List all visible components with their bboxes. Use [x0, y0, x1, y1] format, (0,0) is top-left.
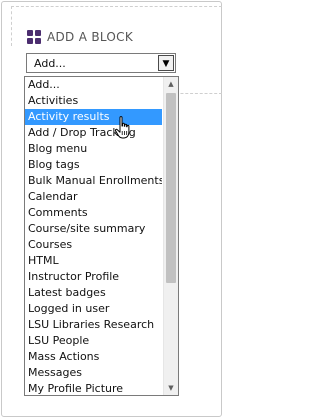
add-block-icon [27, 30, 41, 44]
scrollbar-thumb[interactable] [166, 93, 176, 283]
dashed-region-border [11, 6, 222, 7]
dropdown-option[interactable]: Comments [25, 205, 162, 221]
dropdown-option[interactable]: Course/site summary [25, 221, 162, 237]
add-block-select[interactable]: Add... ▼ [26, 53, 176, 73]
dropdown-option[interactable]: Mass Actions [25, 349, 162, 365]
dropdown-option[interactable]: Logged in user [25, 301, 162, 317]
dropdown-option[interactable]: Instructor Profile [25, 269, 162, 285]
dropdown-option[interactable]: Blog tags [25, 157, 162, 173]
block-title: ADD A BLOCK [47, 30, 134, 44]
dashed-region-border-left [11, 6, 12, 46]
chevron-down-icon[interactable]: ▼ [158, 55, 174, 71]
dropdown-scrollbar[interactable]: ▲ ▼ [163, 77, 178, 395]
dropdown-option[interactable]: Blog menu [25, 141, 162, 157]
scroll-down-icon[interactable]: ▼ [164, 381, 178, 395]
dropdown-option[interactable]: Latest badges [25, 285, 162, 301]
dropdown-option[interactable]: My Profile Picture [25, 381, 162, 395]
dropdown-option[interactable]: LSU Libraries Research [25, 317, 162, 333]
dropdown-option[interactable]: Courses [25, 237, 162, 253]
dropdown-option[interactable]: Activities [25, 93, 162, 109]
hand-pointer-icon [114, 116, 130, 139]
dropdown-option[interactable]: HTML [25, 253, 162, 269]
add-block-dropdown-list[interactable]: Add... Activities Activity results Add / Dr… [24, 76, 179, 396]
dropdown-option[interactable]: Activity results [25, 109, 162, 125]
dropdown-option[interactable]: LSU People [25, 333, 162, 349]
dropdown-option[interactable]: Calendar [25, 189, 162, 205]
dropdown-option[interactable]: Add... [25, 77, 162, 93]
block-header: ADD A BLOCK [27, 29, 133, 45]
dropdown-option[interactable]: Add / Drop Tracking [25, 125, 162, 141]
dropdown-option[interactable]: Messages [25, 365, 162, 381]
select-value: Add... [34, 57, 66, 70]
scroll-up-icon[interactable]: ▲ [164, 77, 178, 91]
dropdown-option[interactable]: Bulk Manual Enrollments [25, 173, 162, 189]
